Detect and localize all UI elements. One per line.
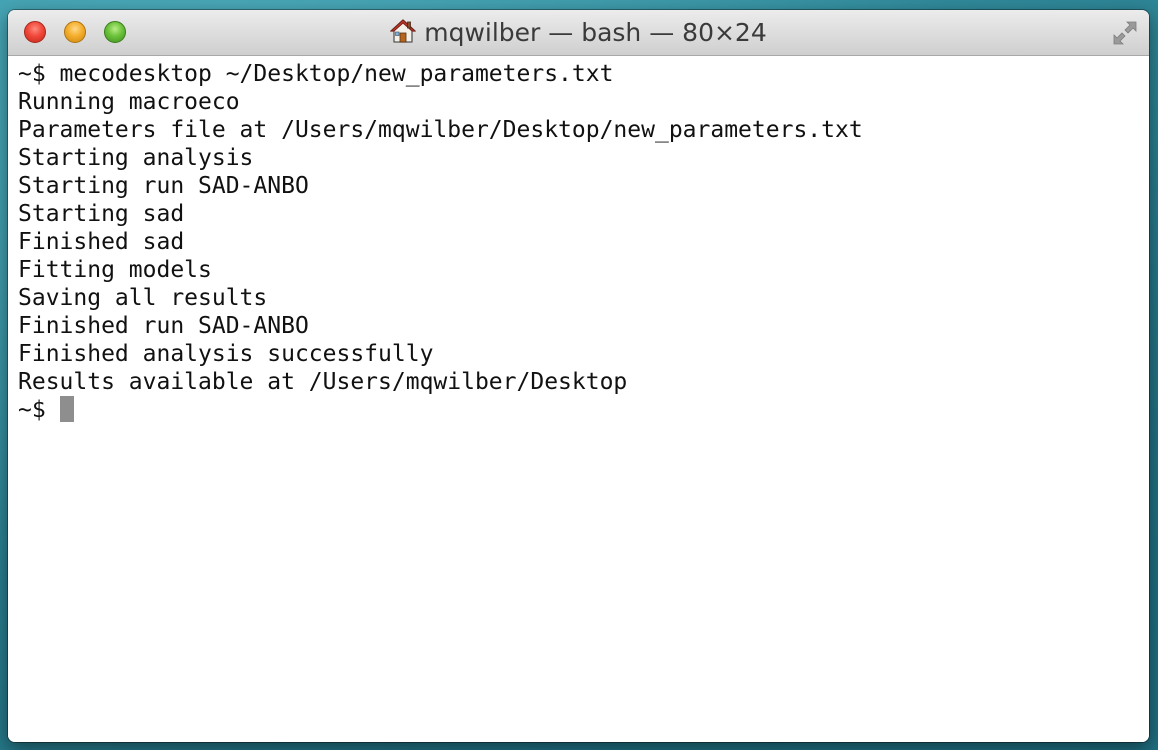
fullscreen-arrows-icon[interactable] bbox=[1111, 19, 1139, 47]
terminal-line: Finished sad bbox=[18, 229, 185, 255]
home-icon bbox=[389, 18, 417, 51]
window-title-container: mqwilber — bash — 80×24 bbox=[8, 18, 1149, 51]
text-cursor bbox=[59, 396, 74, 422]
title-bar[interactable]: mqwilber — bash — 80×24 bbox=[8, 10, 1149, 56]
terminal-output[interactable]: ~$ mecodesktop ~/Desktop/new_parameters.… bbox=[8, 56, 1149, 742]
terminal-line: Starting sad bbox=[18, 201, 185, 227]
terminal-line: Fitting models bbox=[18, 257, 212, 283]
terminal-line: ~$ mecodesktop ~/Desktop/new_parameters.… bbox=[18, 61, 614, 87]
terminal-line: Parameters file at /Users/mqwilber/Deskt… bbox=[18, 117, 863, 143]
terminal-line: Starting run SAD-ANBO bbox=[18, 173, 309, 199]
prompt-line[interactable]: ~$ bbox=[18, 396, 1149, 424]
terminal-line: Saving all results bbox=[18, 285, 268, 311]
terminal-line: Finished run SAD-ANBO bbox=[18, 313, 309, 339]
terminal-line: Results available at /Users/mqwilber/Des… bbox=[18, 369, 628, 395]
shell-prompt: ~$ bbox=[18, 397, 60, 423]
terminal-line: Running macroeco bbox=[18, 89, 240, 115]
terminal-window: mqwilber — bash — 80×24 ~$ mecodesktop ~… bbox=[8, 10, 1149, 742]
window-title: mqwilber — bash — 80×24 bbox=[424, 18, 767, 47]
terminal-line: Starting analysis bbox=[18, 145, 254, 171]
terminal-line: Finished analysis successfully bbox=[18, 341, 434, 367]
